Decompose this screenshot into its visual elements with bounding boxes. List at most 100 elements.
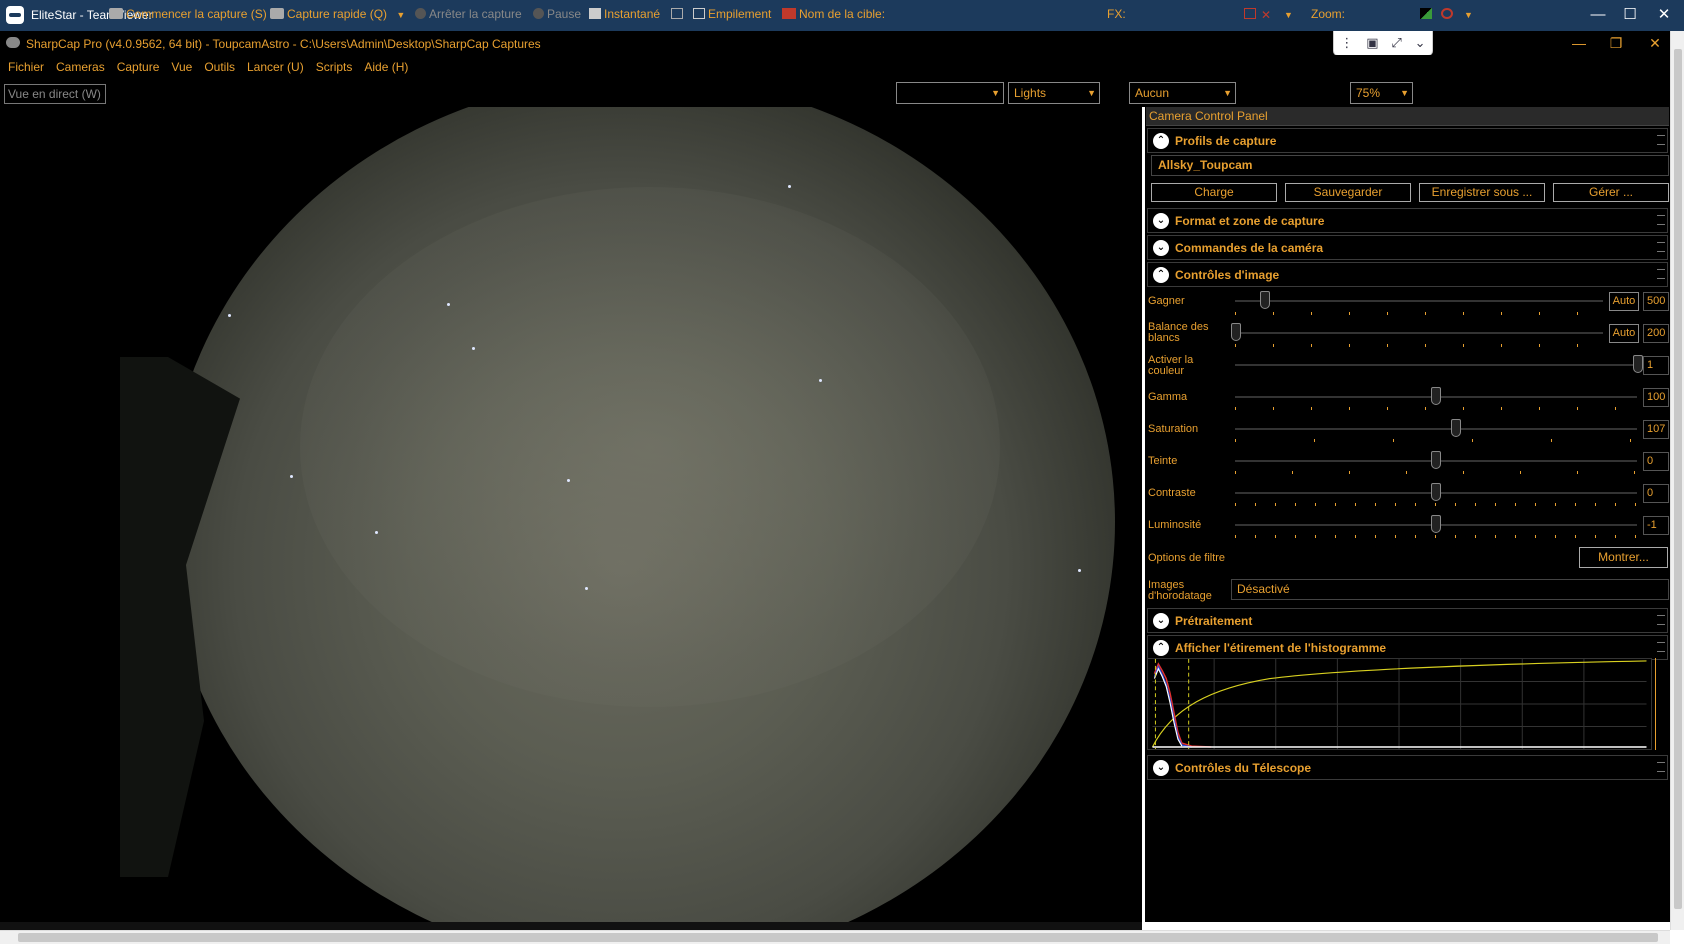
- target-name-combo[interactable]: ▼: [896, 82, 1004, 104]
- menu-item-vue[interactable]: Vue: [165, 60, 198, 74]
- stop-capture-label: Arrêter la capture: [429, 7, 522, 21]
- section-telescope[interactable]: ⌄ Contrôles du Télescope: [1147, 755, 1668, 780]
- chevron-down-icon[interactable]: ⌄: [1153, 240, 1169, 256]
- start-capture-button[interactable]: Commencer la capture (S): [109, 5, 267, 23]
- saturation-label: Saturation: [1148, 423, 1199, 435]
- drag-handle-icon[interactable]: ⋮: [1340, 35, 1353, 51]
- chevron-down-icon[interactable]: ⌄: [1153, 213, 1169, 229]
- gain-slider-thumb[interactable]: [1260, 291, 1270, 309]
- profile-value: Allsky_Toupcam: [1158, 158, 1253, 172]
- pause-icon: [533, 8, 544, 19]
- profile-combo[interactable]: Allsky_Toupcam: [1151, 155, 1669, 176]
- image-viewer[interactable]: [0, 107, 1142, 922]
- menu-item-aide[interactable]: Aide (H): [358, 60, 414, 74]
- white-balance-auto-button[interactable]: Auto: [1609, 324, 1639, 343]
- gamma-slider-thumb[interactable]: [1431, 387, 1441, 405]
- zoom-combo[interactable]: 75% ▼: [1350, 82, 1413, 104]
- frame-type-value: Lights: [1014, 86, 1047, 100]
- grip-icon: [1657, 642, 1665, 652]
- minimize-icon[interactable]: —: [1584, 4, 1612, 26]
- fx-combo[interactable]: Aucun ▼: [1129, 82, 1236, 104]
- contrast-value[interactable]: 0: [1643, 484, 1669, 503]
- section-format[interactable]: ⌄ Format et zone de capture: [1147, 208, 1668, 233]
- menu-item-capture[interactable]: Capture: [111, 60, 166, 74]
- chevron-down-icon[interactable]: ⌄: [1153, 760, 1169, 776]
- chevron-up-icon[interactable]: ⌃: [1153, 640, 1169, 656]
- maximize-icon[interactable]: ☐: [1616, 4, 1644, 26]
- grip-icon: [1657, 269, 1665, 279]
- vertical-scrollbar-thumb[interactable]: [1674, 49, 1682, 909]
- stack-icon: [693, 8, 705, 19]
- color-enable-slider-thumb[interactable]: [1633, 355, 1643, 373]
- remote-session-icon[interactable]: ▣: [1366, 35, 1378, 51]
- load-profile-button[interactable]: Charge: [1151, 183, 1277, 202]
- quick-capture-button[interactable]: Capture rapide (Q) ▼: [270, 5, 405, 23]
- histogram-stretch-chart[interactable]: [1147, 658, 1652, 750]
- saturation-slider-thumb[interactable]: [1451, 419, 1461, 437]
- horizontal-scrollbar[interactable]: [0, 930, 1670, 944]
- gain-slider-track[interactable]: [1235, 300, 1603, 302]
- sharpcap-minimize-icon[interactable]: —: [1564, 34, 1594, 52]
- color-enable-value[interactable]: 1: [1643, 356, 1669, 375]
- gain-auto-button[interactable]: Auto: [1609, 292, 1639, 311]
- menu-item-fichier[interactable]: Fichier: [2, 60, 50, 74]
- section-camera-controls[interactable]: ⌄ Commandes de la caméra: [1147, 235, 1668, 260]
- section-image-controls[interactable]: ⌃ Contrôles d'image: [1147, 262, 1668, 287]
- close-icon[interactable]: ✕: [1650, 4, 1678, 26]
- save-profile-button[interactable]: Sauvegarder: [1285, 183, 1411, 202]
- histogram-side-buttons[interactable]: [1655, 658, 1670, 750]
- horizontal-scrollbar-thumb[interactable]: [18, 933, 1658, 942]
- menu-item-cameras[interactable]: Cameras: [50, 60, 111, 74]
- section-profiles[interactable]: ⌃ Profils de capture: [1147, 128, 1668, 153]
- hue-slider-thumb[interactable]: [1431, 451, 1441, 469]
- vertical-scrollbar[interactable]: [1670, 31, 1684, 930]
- gamma-value[interactable]: 100: [1643, 388, 1669, 407]
- camera-icon: [109, 8, 123, 19]
- fullscreen-icon[interactable]: ⤢: [1391, 35, 1401, 51]
- sharpcap-restore-icon[interactable]: ❐: [1601, 34, 1631, 52]
- chevron-up-icon[interactable]: ⌃: [1153, 133, 1169, 149]
- saturation-slider-track[interactable]: [1235, 428, 1637, 430]
- star: [472, 347, 475, 350]
- timestamp-label: Images d'horodatage: [1148, 579, 1212, 602]
- star: [290, 475, 293, 478]
- chevron-down-icon[interactable]: ⌄: [1415, 35, 1426, 51]
- gain-value[interactable]: 500: [1643, 292, 1669, 311]
- timestamp-combo[interactable]: Désactivé: [1231, 579, 1669, 600]
- section-preprocessing[interactable]: ⌄ Prétraitement: [1147, 608, 1668, 633]
- reticle-icon-group[interactable]: ✕ ▼: [1244, 5, 1293, 23]
- white-balance-value[interactable]: 200: [1643, 324, 1669, 343]
- sharpcap-close-icon[interactable]: ✕: [1640, 34, 1670, 52]
- target-label: Nom de la cible:: [799, 7, 886, 21]
- contrast-slider-thumb[interactable]: [1431, 483, 1441, 501]
- pause-button[interactable]: Pause: [533, 5, 581, 23]
- contrast-label: Contraste: [1148, 487, 1196, 499]
- histogram-tools[interactable]: ▼: [1420, 5, 1473, 23]
- show-filter-button[interactable]: Montrer...: [1579, 547, 1668, 568]
- live-view-button[interactable]: Vue en direct (W): [4, 84, 106, 104]
- snapshot-button[interactable]: Instantané: [589, 5, 660, 23]
- menu-item-outils[interactable]: Outils: [198, 60, 241, 74]
- menu-item-lancer[interactable]: Lancer (U): [241, 60, 310, 74]
- chevron-down-icon[interactable]: ▼: [396, 10, 405, 20]
- saturation-value[interactable]: 107: [1643, 420, 1669, 439]
- section-telescope-label: Contrôles du Télescope: [1175, 761, 1312, 775]
- stacking-button[interactable]: Empilement: [693, 5, 771, 23]
- teamviewer-logo-icon: [6, 6, 24, 24]
- section-histogram[interactable]: ⌃ Afficher l'étirement de l'histogramme: [1147, 635, 1668, 660]
- settings-monitor-button[interactable]: [671, 5, 686, 23]
- chevron-up-icon[interactable]: ⌃: [1153, 267, 1169, 283]
- white-balance-slider-thumb[interactable]: [1231, 323, 1241, 341]
- brightness-slider-thumb[interactable]: [1431, 515, 1441, 533]
- chevron-down-icon[interactable]: ⌄: [1153, 613, 1169, 629]
- hue-value[interactable]: 0: [1643, 452, 1669, 471]
- color-enable-slider-track[interactable]: [1235, 364, 1637, 366]
- save-as-profile-button[interactable]: Enregistrer sous ...: [1419, 183, 1545, 202]
- stop-icon: [415, 8, 426, 19]
- white-balance-slider-track[interactable]: [1235, 332, 1603, 334]
- frame-type-combo[interactable]: Lights ▼: [1008, 82, 1100, 104]
- stop-capture-button[interactable]: Arrêter la capture: [415, 5, 522, 23]
- menu-item-scripts[interactable]: Scripts: [310, 60, 359, 74]
- manage-profiles-button[interactable]: Gérer ...: [1553, 183, 1669, 202]
- brightness-value[interactable]: -1: [1643, 516, 1669, 535]
